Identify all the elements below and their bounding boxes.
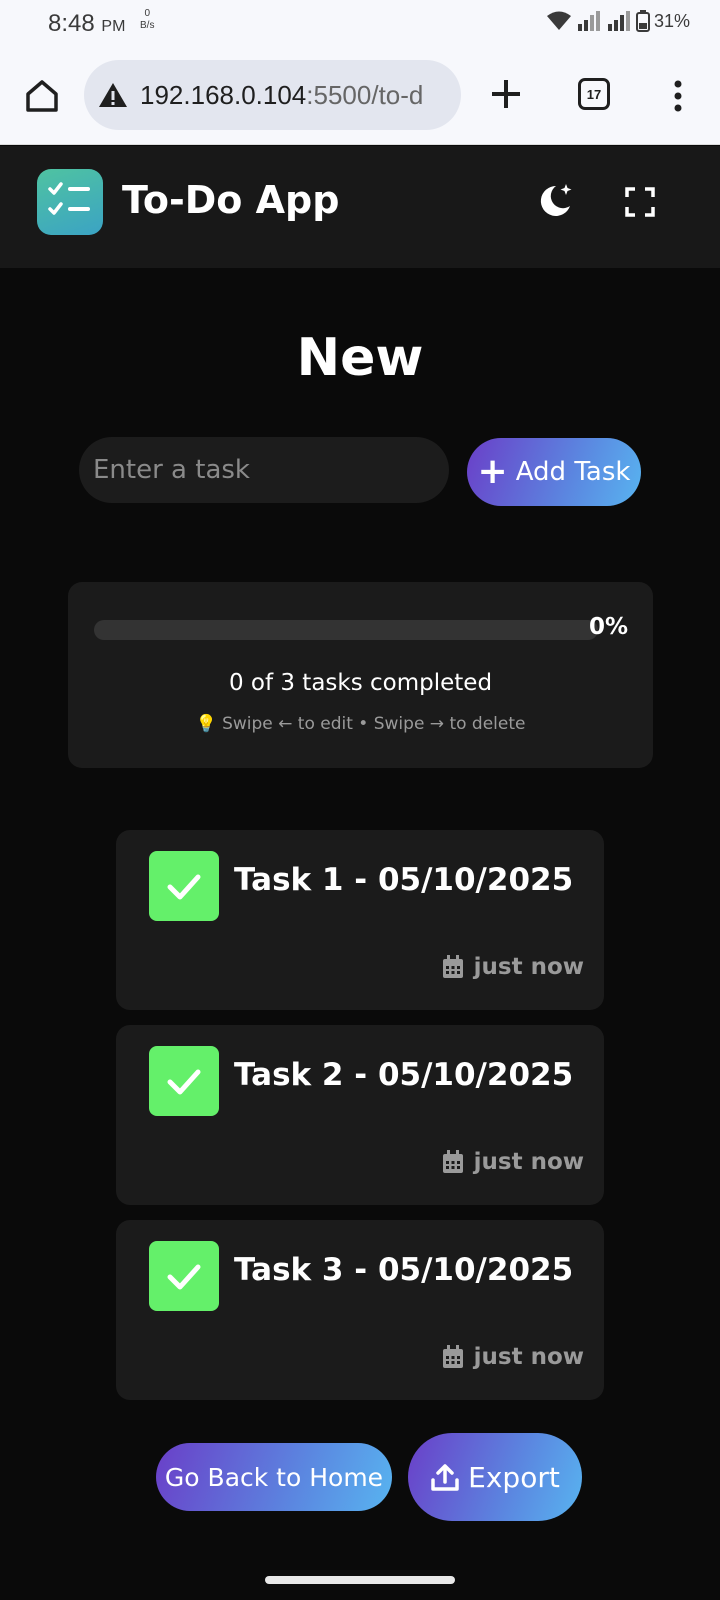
more-options-icon[interactable] <box>668 76 688 116</box>
task-time: just now <box>473 1149 584 1175</box>
page-title: New <box>296 328 424 388</box>
task-time: just now <box>473 954 584 980</box>
task-timestamp: just now <box>442 954 584 980</box>
url-host: 192.168.0.104 <box>140 79 307 110</box>
task-timestamp: just now <box>442 1344 584 1370</box>
check-icon <box>167 874 201 900</box>
battery-percent: 31% <box>653 10 690 31</box>
calendar-icon <box>442 955 463 978</box>
plus-icon: + <box>477 451 508 492</box>
task-checkbox[interactable] <box>149 851 219 921</box>
battery-icon <box>635 10 650 32</box>
status-time: 8:48 PM <box>48 10 125 38</box>
network-speed-value: 0 <box>144 8 150 19</box>
network-speed: 0 B/s <box>140 8 154 32</box>
progress-summary: 0 of 3 tasks completed <box>228 670 493 696</box>
checklist-icon <box>48 182 90 215</box>
go-home-label: Go Back to Home <box>164 1462 384 1492</box>
add-task-label: Add Task <box>515 457 631 487</box>
network-speed-unit: B/s <box>140 20 155 31</box>
go-home-button[interactable]: Go Back to Home <box>156 1443 392 1511</box>
wifi-icon <box>546 11 571 30</box>
check-icon <box>167 1264 201 1290</box>
signal-icon-2 <box>607 11 630 31</box>
task-title: Task 1 - 05/10/2025 <box>234 862 574 898</box>
dark-mode-icon[interactable] <box>534 180 576 222</box>
app-header: To-Do App <box>0 146 720 268</box>
fullscreen-icon[interactable] <box>624 186 656 218</box>
task-item[interactable]: Task 1 - 05/10/2025 just now <box>116 830 604 1010</box>
browser-toolbar: 192.168.0.104:5500/to-d 17 <box>0 48 720 145</box>
signal-icon <box>577 11 600 31</box>
tab-count: 17 <box>586 86 602 102</box>
warning-icon[interactable] <box>98 81 128 109</box>
calendar-icon <box>442 1345 463 1368</box>
progress-bar <box>94 620 598 640</box>
task-checkbox[interactable] <box>149 1046 219 1116</box>
status-time-value: 8:48 <box>48 10 95 37</box>
url-path: :5500/to-d <box>306 79 424 110</box>
task-time: just now <box>473 1344 584 1370</box>
add-task-button[interactable]: + Add Task <box>467 438 641 506</box>
upload-icon <box>431 1464 459 1491</box>
export-label: Export <box>468 1460 560 1494</box>
task-item[interactable]: Task 3 - 05/10/2025 just now <box>116 1220 604 1400</box>
status-bar: 8:48 PM 0 B/s 31% <box>0 0 720 48</box>
app-logo <box>37 169 103 235</box>
home-icon[interactable] <box>22 76 62 116</box>
status-icons: 31% <box>546 10 690 32</box>
gesture-navigation-bar[interactable] <box>265 1576 455 1584</box>
export-button[interactable]: Export <box>408 1433 582 1521</box>
task-item[interactable]: Task 2 - 05/10/2025 just now <box>116 1025 604 1205</box>
task-timestamp: just now <box>442 1149 584 1175</box>
swipe-hint: 💡 Swipe ← to edit • Swipe → to delete <box>195 714 526 734</box>
new-tab-icon[interactable] <box>488 74 524 114</box>
address-bar[interactable]: 192.168.0.104:5500/to-d <box>84 60 461 130</box>
progress-percent: 0% <box>588 614 628 640</box>
app-title: To-Do App <box>122 178 340 222</box>
url-text: 192.168.0.104:5500/to-d <box>140 80 423 111</box>
task-input[interactable] <box>79 437 449 503</box>
progress-card: 0% 0 of 3 tasks completed 💡 Swipe ← to e… <box>68 582 653 768</box>
tab-switcher-button[interactable]: 17 <box>578 78 610 110</box>
task-title: Task 3 - 05/10/2025 <box>234 1252 574 1288</box>
check-icon <box>167 1069 201 1095</box>
task-checkbox[interactable] <box>149 1241 219 1311</box>
calendar-icon <box>442 1150 463 1173</box>
status-time-ampm: PM <box>101 18 126 35</box>
task-title: Task 2 - 05/10/2025 <box>234 1057 574 1093</box>
